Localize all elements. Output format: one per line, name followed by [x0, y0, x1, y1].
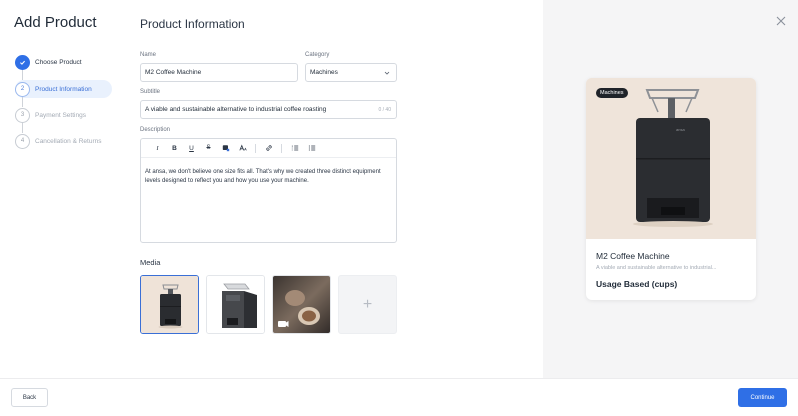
back-button[interactable]: Back [11, 388, 48, 407]
text-color-button[interactable] [217, 142, 234, 154]
step-choose-product[interactable]: Choose Product [15, 53, 82, 71]
paint-bucket-icon [222, 145, 229, 152]
italic-button[interactable]: I [149, 142, 166, 154]
font-size-icon [238, 144, 247, 151]
description-text: At ansa, we don't believe one size fits … [145, 169, 381, 184]
preview-price-model: Usage Based (cups) [596, 279, 678, 289]
step-connector [22, 70, 23, 80]
description-editor[interactable]: I B U S At ansa, we don't believe one si… [140, 138, 397, 243]
subtitle-counter: 0 / 40 [378, 107, 391, 113]
category-select[interactable]: Machines [305, 63, 397, 82]
coffee-pour-video-thumbnail [273, 276, 330, 333]
svg-text:ansa: ansa [676, 127, 685, 132]
step-label: Choose Product [35, 58, 82, 66]
bullet-list-icon [308, 145, 315, 151]
description-label: Description [140, 127, 171, 133]
name-value: M2 Coffee Machine [145, 69, 202, 76]
link-button[interactable] [260, 142, 277, 154]
bold-button[interactable]: B [166, 142, 183, 154]
main-panel: Add Product Product Information Choose P… [0, 0, 543, 378]
product-image: ansa Machines [586, 78, 756, 239]
step-payment-settings[interactable]: 3 Payment Settings [15, 106, 86, 124]
product-preview-card: ansa Machines M2 Coffee Machine A viable… [586, 78, 756, 300]
section-title: Product Information [140, 17, 245, 31]
strikethrough-button[interactable]: S [200, 142, 217, 154]
font-size-button[interactable] [234, 142, 251, 154]
coffee-machine-front-image [141, 276, 198, 333]
chevron-down-icon [384, 71, 390, 75]
coffee-machine-image: ansa [586, 78, 756, 239]
footer-bar: Back Continue [0, 378, 798, 416]
continue-button[interactable]: Continue [738, 388, 787, 407]
name-label: Name [140, 52, 157, 58]
step-label: Cancellation & Returns [35, 137, 102, 145]
ordered-list-button[interactable] [286, 142, 303, 154]
preview-subtitle: A viable and sustainable alternative to … [596, 265, 717, 271]
check-icon [15, 54, 30, 70]
name-input[interactable]: M2 Coffee Machine [140, 63, 298, 82]
close-icon[interactable] [775, 15, 787, 27]
media-thumb-3[interactable] [272, 275, 331, 334]
subtitle-input[interactable]: A viable and sustainable alternative to … [140, 100, 397, 119]
page-title: Add Product [14, 14, 97, 31]
toolbar-divider [255, 143, 256, 153]
category-badge: Machines [596, 88, 628, 98]
bullet-list-button[interactable] [303, 142, 320, 154]
step-number: 2 [15, 81, 30, 97]
media-thumb-2[interactable] [206, 275, 265, 334]
media-label: Media [140, 258, 161, 267]
coffee-machine-angle-image [207, 276, 264, 333]
step-number: 4 [15, 133, 30, 149]
step-number: 3 [15, 107, 30, 123]
step-label: Product Information [35, 85, 92, 93]
step-label: Payment Settings [35, 111, 86, 119]
add-media-button[interactable]: + [338, 275, 397, 334]
editor-toolbar: I B U S [141, 139, 396, 158]
step-cancellation-returns[interactable]: 4 Cancellation & Returns [15, 132, 101, 150]
preview-title: M2 Coffee Machine [596, 251, 670, 261]
plus-icon: + [362, 295, 373, 313]
link-icon [265, 145, 272, 151]
category-value: Machines [310, 69, 338, 76]
subtitle-value: A viable and sustainable alternative to … [145, 106, 327, 113]
ordered-list-icon [291, 145, 298, 151]
category-label: Category [305, 52, 330, 58]
toolbar-divider [281, 143, 282, 153]
underline-button[interactable]: U [183, 142, 200, 154]
media-thumb-1[interactable] [140, 275, 199, 334]
subtitle-label: Subtitle [140, 89, 161, 95]
step-product-information[interactable]: 2 Product Information [15, 80, 112, 98]
